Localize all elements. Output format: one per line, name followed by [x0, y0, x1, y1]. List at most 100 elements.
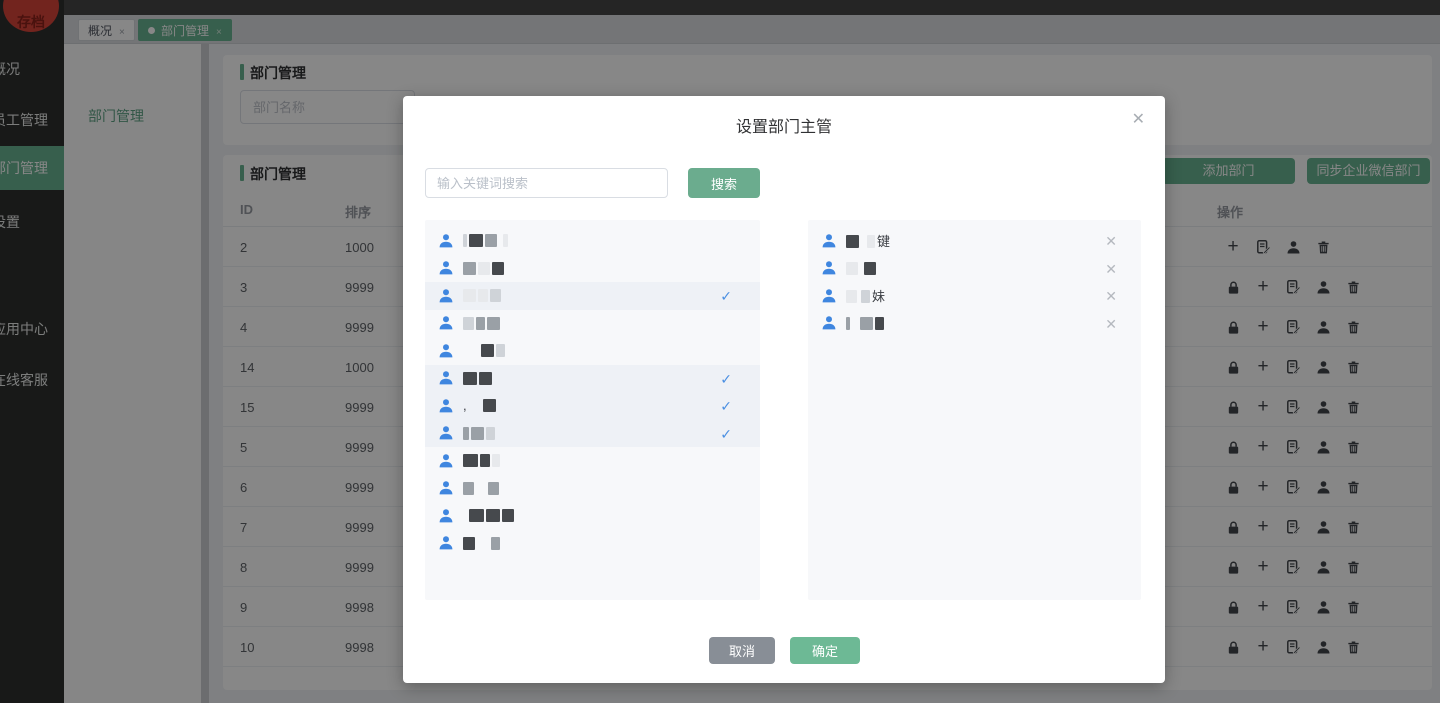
- redacted-name-block: [479, 371, 492, 385]
- name-fragment: 键: [877, 233, 891, 249]
- person-icon: [438, 535, 454, 551]
- redacted-name-block: [875, 316, 884, 330]
- selected-member-row[interactable]: ✕: [808, 310, 1141, 338]
- member-name: [463, 314, 502, 332]
- person-icon: [821, 233, 837, 249]
- person-icon: [438, 398, 454, 414]
- member-name: [463, 287, 503, 305]
- person-icon: [438, 425, 454, 441]
- redacted-name-block: [463, 316, 474, 330]
- redacted-name-block: [492, 261, 504, 275]
- member-name: [463, 342, 507, 360]
- person-icon: [438, 315, 454, 331]
- member-name: [463, 369, 494, 387]
- remove-icon[interactable]: ✕: [1105, 316, 1117, 333]
- redacted-name-block: [490, 289, 501, 303]
- member-row[interactable]: ✓: [425, 419, 760, 447]
- member-row[interactable]: [425, 530, 760, 558]
- redacted-name-block: [463, 289, 476, 303]
- redacted-name-block: [463, 454, 478, 468]
- check-icon: ✓: [720, 425, 732, 442]
- check-icon: ✓: [720, 370, 732, 387]
- redacted-name-block: [502, 509, 514, 523]
- person-icon: [821, 288, 837, 304]
- name-fragment: ,: [463, 397, 467, 413]
- name-gap: [852, 326, 860, 327]
- redacted-name-block: [485, 234, 497, 248]
- selected-member-row[interactable]: 键 ✕: [808, 227, 1141, 255]
- set-department-manager-dialog: 设置部门主管 ✕ 搜索 ✓✓,✓✓ 键✕✕妹✕✕ 取消 确定: [403, 96, 1165, 683]
- member-row[interactable]: [425, 447, 760, 475]
- redacted-name-block: [846, 290, 857, 304]
- name-gap: [476, 491, 488, 492]
- redacted-name-block: [463, 426, 469, 440]
- redacted-name-block: [469, 509, 484, 523]
- redacted-name-block: [846, 316, 850, 330]
- member-name: 妹: [846, 286, 887, 306]
- member-row[interactable]: [425, 337, 760, 365]
- person-icon: [821, 315, 837, 331]
- person-icon: [438, 370, 454, 386]
- member-row[interactable]: [425, 227, 760, 255]
- remove-icon[interactable]: ✕: [1105, 261, 1117, 278]
- redacted-name-block: [487, 316, 500, 330]
- selected-manager-list: 键 ✕ ✕ 妹 ✕ ✕: [808, 220, 1141, 600]
- redacted-name-block: [486, 509, 500, 523]
- dialog-title: 设置部门主管: [735, 119, 832, 136]
- person-icon: [438, 233, 454, 249]
- person-icon: [438, 288, 454, 304]
- redacted-name-block: [864, 261, 876, 275]
- name-gap: [477, 546, 491, 547]
- member-name: [463, 452, 502, 470]
- member-name: ,: [463, 397, 498, 415]
- member-row[interactable]: [425, 255, 760, 283]
- member-name: [846, 314, 886, 332]
- member-name: [463, 534, 502, 552]
- name-fragment: 妹: [872, 288, 886, 304]
- selected-member-row[interactable]: 妹 ✕: [808, 282, 1141, 310]
- redacted-name-block: [469, 234, 483, 248]
- name-gap: [463, 354, 481, 355]
- redacted-name-block: [463, 371, 477, 385]
- confirm-button[interactable]: 确定: [790, 637, 860, 664]
- remove-icon[interactable]: ✕: [1105, 288, 1117, 305]
- member-name: [463, 259, 506, 277]
- close-icon[interactable]: ✕: [1132, 109, 1145, 129]
- redacted-name-block: [492, 454, 500, 468]
- check-icon: ✓: [720, 288, 732, 304]
- member-row[interactable]: ✓: [425, 282, 760, 310]
- person-icon: [821, 260, 837, 276]
- redacted-name-block: [478, 289, 488, 303]
- person-icon: [438, 453, 454, 469]
- member-row[interactable]: [425, 502, 760, 530]
- redacted-name-block: [488, 481, 499, 495]
- redacted-name-block: [463, 481, 474, 495]
- redacted-name-block: [476, 316, 485, 330]
- keyword-search-input[interactable]: [425, 168, 668, 198]
- member-name: [463, 424, 497, 442]
- person-icon: [438, 508, 454, 524]
- member-row[interactable]: [425, 310, 760, 338]
- redacted-name-block: [860, 316, 873, 330]
- redacted-name-block: [463, 234, 467, 248]
- redacted-name-block: [478, 261, 490, 275]
- member-row[interactable]: ✓: [425, 364, 760, 392]
- person-icon: [438, 260, 454, 276]
- member-row[interactable]: , ✓: [425, 392, 760, 420]
- redacted-name-block: [491, 536, 500, 550]
- member-name: [463, 507, 516, 525]
- selected-member-row[interactable]: ✕: [808, 255, 1141, 283]
- member-name: [463, 479, 501, 497]
- member-row[interactable]: [425, 475, 760, 503]
- cancel-button[interactable]: 取消: [709, 637, 775, 664]
- redacted-name-block: [846, 235, 859, 249]
- redacted-name-block: [846, 261, 858, 275]
- check-icon: ✓: [720, 398, 732, 414]
- search-button[interactable]: 搜索: [688, 168, 760, 198]
- remove-icon[interactable]: ✕: [1105, 233, 1117, 250]
- member-name: 键: [846, 231, 892, 251]
- redacted-name-block: [481, 344, 494, 358]
- member-name: [463, 232, 510, 250]
- member-name: [846, 259, 878, 277]
- redacted-name-block: [867, 235, 875, 249]
